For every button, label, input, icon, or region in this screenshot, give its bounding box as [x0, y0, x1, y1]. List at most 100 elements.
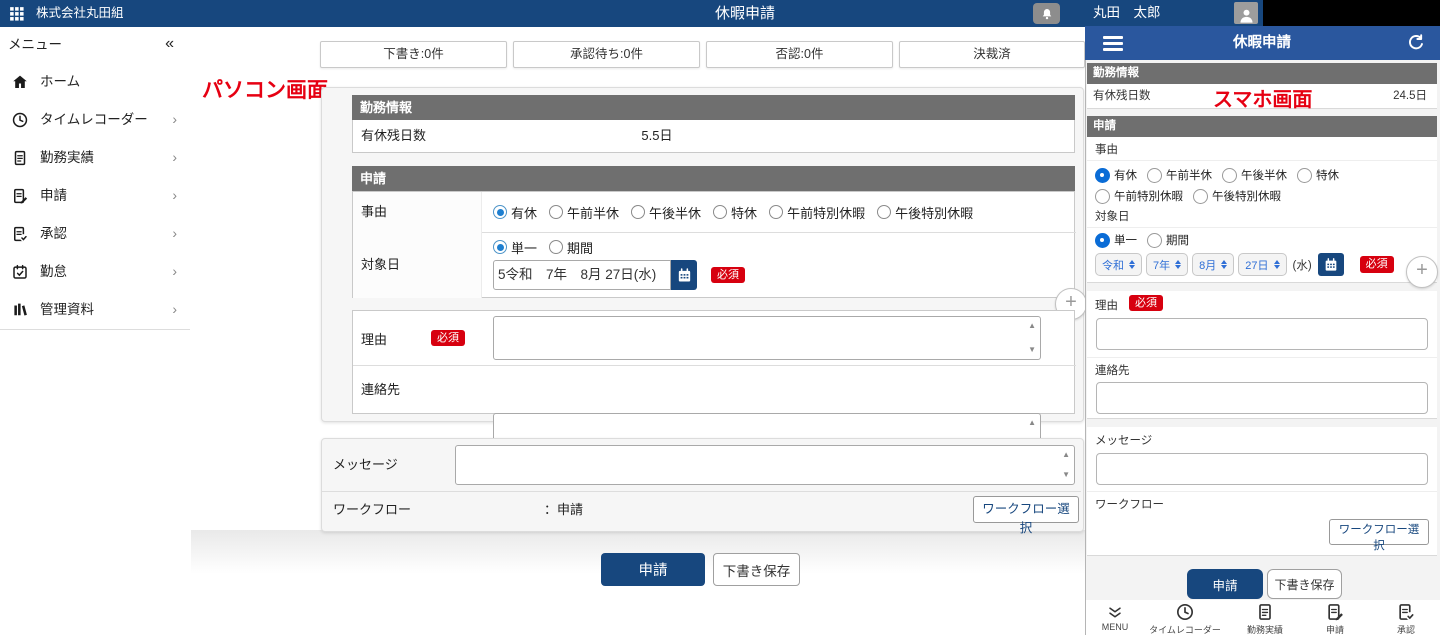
status-button-pending[interactable]: 承認待ち:0件	[513, 41, 700, 68]
radio-option-special[interactable]: 特休	[1297, 167, 1339, 183]
required-badge: 必須	[1360, 256, 1394, 272]
avatar[interactable]	[1234, 2, 1258, 24]
reason-label: 事由	[1095, 141, 1118, 157]
sidebar-item-admin-docs[interactable]: 管理資料 ›	[0, 291, 190, 330]
why-input[interactable]	[1096, 318, 1428, 350]
nav-item-application[interactable]: 申請	[1300, 602, 1370, 635]
phone-bottom-nav: MENU タイムレコーダー 勤務実績 申請 承認	[1086, 600, 1440, 635]
radio-option-am-half[interactable]: 午前半休	[549, 203, 619, 222]
chevron-right-icon: ›	[172, 177, 177, 213]
sidebar-item-work-record[interactable]: 勤務実績 ›	[0, 139, 190, 178]
document-check-icon	[1396, 602, 1416, 622]
radio-option-period[interactable]: 期間	[549, 238, 593, 257]
sidebar-collapse-icon[interactable]: «	[165, 27, 174, 61]
apply-section-header: 申請	[352, 166, 1075, 191]
radio-icon	[877, 205, 891, 219]
pc-annotation-label: パソコン画面	[202, 74, 328, 104]
radio-option-am-half[interactable]: 午前半休	[1147, 167, 1212, 183]
workflow-value: ：申請	[544, 491, 583, 529]
select-arrows-icon	[1274, 260, 1280, 270]
radio-icon	[1193, 189, 1208, 204]
workflow-select-button[interactable]: ワークフロー選択	[1329, 519, 1429, 545]
required-badge: 必須	[711, 267, 745, 283]
nav-item-time-recorder[interactable]: タイムレコーダー	[1140, 602, 1230, 635]
radio-option-pm-half[interactable]: 午後半休	[1222, 167, 1287, 183]
chevron-right-icon: ›	[172, 215, 177, 251]
chevron-right-icon: ›	[172, 139, 177, 175]
document-edit-icon	[11, 187, 29, 205]
year-select[interactable]: 7年	[1146, 253, 1188, 276]
target-date-label: 対象日	[361, 232, 400, 298]
radio-icon	[1147, 168, 1162, 183]
scroll-up-icon[interactable]: ▲	[1028, 322, 1036, 330]
radio-icon	[1147, 233, 1162, 248]
calendar-picker-button[interactable]	[671, 260, 697, 290]
app-grid-icon[interactable]	[8, 5, 25, 22]
weekday-label: (水)	[1293, 257, 1312, 273]
radio-option-yukyu[interactable]: 有休	[1095, 167, 1137, 183]
sidebar-item-application[interactable]: 申請 ›	[0, 177, 190, 216]
message-input[interactable]	[1096, 453, 1428, 485]
sidebar-item-approval[interactable]: 承認 ›	[0, 215, 190, 254]
clock-icon	[11, 111, 29, 129]
era-select[interactable]: 令和	[1095, 253, 1142, 276]
radio-option-pm-special[interactable]: 午後特別休暇	[877, 203, 973, 222]
radio-option-pm-half[interactable]: 午後半休	[631, 203, 701, 222]
nav-item-work-record[interactable]: 勤務実績	[1230, 602, 1300, 635]
paid-leave-row: 有休残日数 5.5日	[352, 120, 1075, 153]
radio-option-special[interactable]: 特休	[713, 203, 757, 222]
contact-input[interactable]	[1096, 382, 1428, 414]
date-input[interactable]: 5令和 7年 8月 27日(水)	[493, 260, 671, 290]
status-button-draft[interactable]: 下書き:0件	[320, 41, 507, 68]
phone-detail-block: 理由 必須 連絡先	[1087, 291, 1437, 419]
calendar-picker-button[interactable]	[1318, 253, 1344, 276]
radio-option-period[interactable]: 期間	[1147, 232, 1189, 248]
day-select[interactable]: 27日	[1238, 253, 1286, 276]
select-arrows-icon	[1221, 260, 1227, 270]
scroll-down-icon[interactable]: ▼	[1062, 471, 1070, 479]
why-label: 理由	[361, 329, 387, 348]
radio-option-pm-special[interactable]: 午後特別休暇	[1193, 188, 1281, 204]
refresh-icon[interactable]	[1406, 33, 1426, 53]
month-select[interactable]: 8月	[1192, 253, 1234, 276]
hamburger-menu-icon[interactable]	[1103, 36, 1123, 54]
scroll-up-icon[interactable]: ▲	[1028, 419, 1036, 427]
add-row-button[interactable]: +	[1406, 256, 1438, 288]
save-draft-button[interactable]: 下書き保存	[1267, 569, 1342, 599]
sidebar-item-attendance[interactable]: 勤怠 ›	[0, 253, 190, 292]
message-label: メッセージ	[333, 439, 398, 491]
document-icon	[1255, 602, 1275, 622]
required-badge: 必須	[431, 330, 465, 346]
submit-button[interactable]: 申請	[601, 553, 705, 586]
status-button-rejected[interactable]: 否認:0件	[706, 41, 893, 68]
why-textarea[interactable]: ▲ ▼	[493, 316, 1041, 360]
radio-option-single[interactable]: 単一	[493, 238, 537, 257]
scroll-down-icon[interactable]: ▼	[1028, 346, 1036, 354]
radio-option-am-special[interactable]: 午前特別休暇	[1095, 188, 1183, 204]
submit-button[interactable]: 申請	[1187, 569, 1263, 599]
phone-user-name: 丸田 太郎	[1093, 0, 1161, 26]
nav-item-menu[interactable]: MENU	[1090, 604, 1140, 632]
scroll-up-icon[interactable]: ▲	[1062, 451, 1070, 459]
nav-item-approval[interactable]: 承認	[1376, 602, 1436, 635]
detail-rows-block: 理由 必須 ▲ ▼ 連絡先 ▲ ▼	[352, 310, 1075, 414]
why-label: 理由	[1095, 297, 1118, 313]
phone-apply-header: 申請	[1087, 116, 1437, 137]
save-draft-button[interactable]: 下書き保存	[713, 553, 800, 586]
reason-radio-group: 有休 午前半休 午後半休 特休 午前特別休暇 午後特別休暇	[493, 192, 985, 232]
target-date-label: 対象日	[1095, 208, 1130, 224]
workflow-select-button[interactable]: ワークフロー選択	[973, 496, 1079, 523]
row-divider	[1087, 227, 1437, 228]
status-button-approved[interactable]: 決裁済	[899, 41, 1085, 68]
radio-option-single[interactable]: 単一	[1095, 232, 1137, 248]
sidebar-item-label: 管理資料	[40, 291, 94, 329]
notification-bell-button[interactable]	[1033, 3, 1060, 24]
row-divider	[1087, 357, 1437, 358]
radio-option-am-special[interactable]: 午前特別休暇	[769, 203, 865, 222]
message-textarea[interactable]: ▲ ▼	[455, 445, 1075, 485]
sidebar-item-time-recorder[interactable]: タイムレコーダー ›	[0, 101, 190, 140]
date-input-row: 5令和 7年 8月 27日(水) 必須	[493, 260, 745, 290]
company-name: 株式会社丸田組	[36, 0, 124, 27]
radio-option-yukyu[interactable]: 有休	[493, 203, 537, 222]
sidebar-item-home[interactable]: ホーム	[0, 63, 190, 102]
